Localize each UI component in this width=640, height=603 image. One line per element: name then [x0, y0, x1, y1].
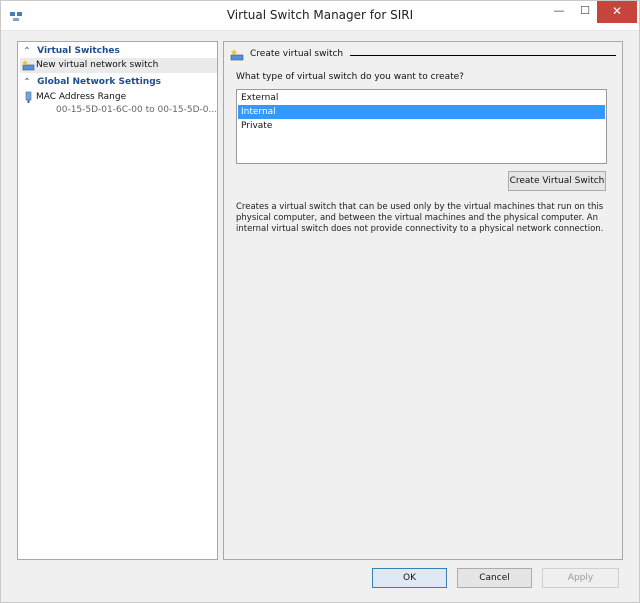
- cancel-button[interactable]: Cancel: [457, 568, 532, 588]
- virtual-switch-manager-window: Virtual Switch Manager for SIRI — ☐ ✕ ⌃ …: [0, 0, 640, 603]
- collapse-icon[interactable]: ⌃: [20, 44, 34, 57]
- switch-type-question: What type of virtual switch do you want …: [236, 72, 464, 82]
- switch-type-option-external[interactable]: External: [238, 91, 605, 105]
- switch-type-option-private[interactable]: Private: [238, 119, 605, 133]
- minimize-button[interactable]: —: [545, 1, 573, 23]
- network-switch-icon: [230, 49, 244, 61]
- create-virtual-switch-button[interactable]: Create Virtual Switch: [508, 171, 606, 191]
- create-virtual-switch-group: Create virtual switch: [230, 48, 616, 62]
- group-divider: [350, 55, 616, 56]
- switch-type-listbox[interactable]: External Internal Private: [236, 89, 607, 164]
- maximize-button[interactable]: ☐: [571, 1, 599, 23]
- section-label: Global Network Settings: [37, 77, 162, 87]
- window-title: Virtual Switch Manager for SIRI: [226, 8, 414, 22]
- title-bar: Virtual Switch Manager for SIRI — ☐ ✕: [1, 1, 639, 31]
- nav-item-label: MAC Address Range: [36, 92, 127, 102]
- nav-item-label: New virtual network switch: [36, 60, 159, 70]
- details-pane: Create virtual switch What type of virtu…: [223, 41, 623, 560]
- ok-button[interactable]: OK: [372, 568, 447, 588]
- network-switch-icon: [22, 60, 35, 71]
- collapse-icon[interactable]: ⌃: [20, 75, 34, 88]
- section-global-network-settings[interactable]: ⌃ Global Network Settings: [20, 75, 217, 88]
- nav-item-new-virtual-network-switch[interactable]: New virtual network switch: [20, 58, 217, 73]
- group-title: Create virtual switch: [250, 49, 344, 59]
- switch-type-option-internal[interactable]: Internal: [238, 105, 605, 119]
- section-label: Virtual Switches: [37, 46, 120, 56]
- section-virtual-switches[interactable]: ⌃ Virtual Switches: [20, 44, 217, 57]
- mac-address-range-value: 00-15-5D-01-6C-00 to 00-15-5D-0...: [56, 105, 218, 115]
- navigation-pane: ⌃ Virtual Switches New virtual network s…: [17, 41, 218, 560]
- close-button[interactable]: ✕: [597, 1, 637, 23]
- switch-type-description: Creates a virtual switch that can be use…: [236, 202, 604, 234]
- apply-button[interactable]: Apply: [542, 568, 619, 588]
- nav-item-mac-address-range[interactable]: MAC Address Range: [20, 90, 217, 105]
- mac-address-icon: [25, 91, 32, 103]
